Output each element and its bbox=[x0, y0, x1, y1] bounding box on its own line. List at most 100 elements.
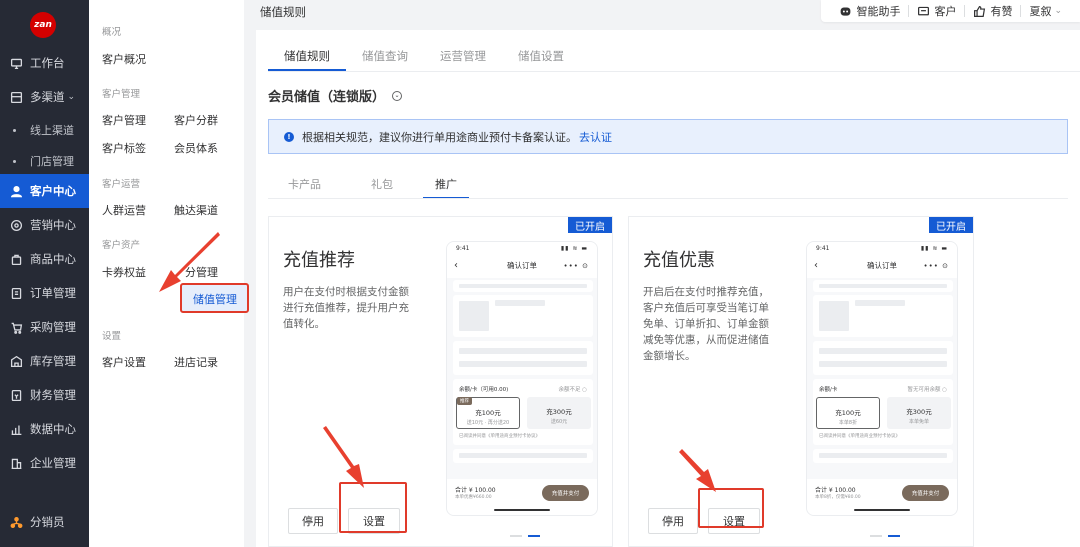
phone-page-title: 确认订单 bbox=[507, 261, 537, 270]
home-indicator bbox=[854, 509, 910, 511]
agreement-note: 已阅读并同意《单用途商业预付卡协议》 bbox=[459, 434, 540, 439]
total-price: 合计 ¥ 100.00 bbox=[815, 487, 856, 494]
card-description: 开启后在支付时推荐充值，客户充值后可享受当笔订单免单、订单折扣、订单金额减免等优… bbox=[643, 286, 769, 362]
nav-item-orders[interactable]: 订单管理 bbox=[0, 276, 89, 310]
submenu-customer-tags[interactable]: 客户标签 bbox=[102, 140, 146, 156]
divider bbox=[908, 5, 910, 17]
nav-item-label: 库存管理 bbox=[30, 354, 76, 368]
nav-item-online-channel[interactable]: 线上渠道 bbox=[0, 113, 89, 147]
submenu-reach-channels[interactable]: 触达渠道 bbox=[174, 202, 218, 218]
submenu-group-settings: 设置 bbox=[102, 331, 122, 342]
nav-item-inventory[interactable]: 库存管理 bbox=[0, 344, 89, 378]
placeholder-block bbox=[453, 341, 593, 375]
tab-stored-value-query[interactable]: 储值查询 bbox=[346, 39, 424, 71]
card-title: 充值推荐 bbox=[283, 250, 355, 271]
nav-item-marketing[interactable]: 营销中心 bbox=[0, 208, 89, 242]
nav-item-multichannel[interactable]: 多渠道 ⌄ bbox=[0, 80, 89, 114]
chat-icon bbox=[917, 5, 930, 18]
more-icon: ••• ⊙ bbox=[563, 262, 589, 270]
discount-text: 本单8折，仅需¥80.00 bbox=[815, 495, 861, 500]
distributor-icon bbox=[9, 515, 23, 529]
nav-item-label: 分销员 bbox=[30, 515, 65, 529]
building-icon bbox=[9, 456, 23, 470]
option-amount: 充100元 bbox=[475, 409, 501, 417]
recharge-option: 充300元 送60元 bbox=[527, 397, 591, 429]
top-header: 储值规则 智能助手 客户 有赞 夏叙 ⌄ bbox=[244, 0, 1080, 30]
insufficient-label: 暂无可用余额 ○ bbox=[907, 387, 947, 393]
total-price: 合计 ¥ 100.00 bbox=[455, 487, 496, 494]
bag-icon bbox=[9, 252, 23, 266]
recharge-discount-card: 已开启 充值优惠 开启后在支付时推荐充值，客户充值后可享受当笔订单免单、订单折扣… bbox=[628, 216, 974, 547]
customer-service-button[interactable]: 客户 bbox=[917, 3, 956, 19]
recharge-option: 充300元 本单免单 bbox=[887, 397, 951, 429]
chart-icon bbox=[9, 422, 23, 436]
youzan-label: 有赞 bbox=[990, 5, 1013, 18]
submenu-coupon-benefits[interactable]: 卡券权益 bbox=[102, 264, 146, 280]
submenu-customer-overview[interactable]: 客户概况 bbox=[102, 51, 146, 67]
nav-item-distributor[interactable]: 分销员 bbox=[0, 505, 89, 539]
chevron-down-icon: ⌄ bbox=[392, 90, 403, 101]
tab-promotion[interactable]: 推广 bbox=[423, 171, 469, 199]
tab-stored-value-rules[interactable]: 储值规则 bbox=[268, 39, 346, 71]
submenu-crowd-operations[interactable]: 人群运营 bbox=[102, 202, 146, 218]
nav-item-finance[interactable]: 财务管理 bbox=[0, 378, 89, 412]
top-tabs: 储值规则 储值查询 运营管理 储值设置 bbox=[268, 39, 580, 71]
order-icon bbox=[9, 286, 23, 300]
nav-item-workbench[interactable]: 工作台 bbox=[0, 46, 89, 80]
nav-item-label: 工作台 bbox=[30, 56, 65, 70]
channel-icon bbox=[9, 90, 23, 104]
robot-icon bbox=[839, 5, 852, 18]
nav-item-customer-center[interactable]: 客户中心 bbox=[0, 174, 89, 208]
phone-preview: 9:41 ▮▮ ≋ ▬ ‹ 确认订单 ••• ⊙ 余额/卡 暂无可用余额 ○ 充100… bbox=[806, 241, 958, 516]
submenu-group-assets: 客户资产 bbox=[102, 240, 141, 251]
phone-preview: 9:41 ▮▮ ≋ ▬ ‹ 确认订单 ••• ⊙ 余额/卡（可用0.00) 余额不足 … bbox=[446, 241, 598, 516]
submenu-member-system[interactable]: 会员体系 bbox=[174, 140, 218, 156]
signal-icon: ▮▮ ≋ ▬ bbox=[560, 245, 588, 252]
tab-gift-pack[interactable]: 礼包 bbox=[351, 171, 413, 199]
recharge-options-block: 余额/卡 暂无可用余额 ○ 充100元 本单8折 充300元 本单免单 已阅读并同意… bbox=[813, 379, 953, 445]
youzan-button[interactable]: 有赞 bbox=[973, 3, 1012, 19]
nav-item-label: 数据中心 bbox=[30, 422, 76, 436]
phone-nav-bar: ‹ 确认订单 ••• ⊙ bbox=[807, 256, 957, 278]
option-bonus: 送60元 bbox=[550, 419, 568, 425]
primary-sidebar: zan 工作台 多渠道 ⌄ 线上渠道 门店管理 客户中心 营销中心 商品中心 订… bbox=[0, 0, 89, 547]
submenu-visit-records[interactable]: 进店记录 bbox=[174, 354, 218, 370]
divider bbox=[964, 5, 966, 17]
section-title[interactable]: 会员储值（连锁版） ⌄ bbox=[268, 86, 403, 105]
carousel-dots bbox=[507, 535, 543, 537]
warehouse-icon bbox=[9, 354, 23, 368]
balance-label: 余额/卡（可用0.00) bbox=[459, 387, 509, 393]
home-indicator bbox=[494, 509, 550, 511]
nav-item-enterprise[interactable]: 企业管理 bbox=[0, 446, 89, 480]
tab-operations[interactable]: 运营管理 bbox=[424, 39, 502, 71]
nav-item-products[interactable]: 商品中心 bbox=[0, 242, 89, 276]
tab-stored-value-settings[interactable]: 储值设置 bbox=[502, 39, 580, 71]
info-icon: ! bbox=[284, 131, 294, 142]
user-icon bbox=[9, 184, 23, 198]
submenu-group-operations: 客户运营 bbox=[102, 179, 141, 190]
certify-link[interactable]: 去认证 bbox=[579, 129, 612, 145]
discount-text: 本单优惠¥660.00 bbox=[455, 495, 492, 500]
phone-time: 9:41 bbox=[456, 245, 470, 252]
disable-button[interactable]: 停用 bbox=[648, 508, 698, 534]
tab-card-products[interactable]: 卡产品 bbox=[268, 171, 341, 199]
user-menu[interactable]: 夏叙 ⌄ bbox=[1029, 3, 1062, 19]
zan-logo[interactable]: zan bbox=[30, 12, 56, 38]
recharge-option: 推荐 充100元 送10元 · 再分送20 bbox=[456, 397, 520, 429]
assistant-button[interactable]: 智能助手 bbox=[839, 3, 900, 19]
nav-item-label: 营销中心 bbox=[30, 218, 76, 232]
submenu-stored-value-management[interactable]: 储值管理 bbox=[180, 283, 249, 313]
nav-item-purchasing[interactable]: 采购管理 bbox=[0, 310, 89, 344]
submenu-customer-segment[interactable]: 客户分群 bbox=[174, 112, 218, 128]
nav-item-store-management[interactable]: 门店管理 bbox=[0, 144, 89, 178]
submenu-customer-settings[interactable]: 客户设置 bbox=[102, 354, 146, 370]
insufficient-label: 余额不足 ○ bbox=[558, 387, 587, 393]
option-bonus: 本单免单 bbox=[908, 419, 929, 425]
submenu-points-management[interactable]: 分管理 bbox=[185, 264, 218, 280]
notice-banner: ! 根据相关规范，建议你进行单用途商业预付卡备案认证。 去认证 bbox=[268, 119, 1068, 154]
recharge-recommend-card: 已开启 充值推荐 用户在支付时根据支付金额进行充值推荐，提升用户充值转化。 停用… bbox=[268, 216, 613, 547]
disable-button[interactable]: 停用 bbox=[288, 508, 338, 534]
notice-text: 根据相关规范，建议你进行单用途商业预付卡备案认证。 bbox=[302, 130, 577, 144]
nav-item-data-center[interactable]: 数据中心 bbox=[0, 412, 89, 446]
submenu-customer-management[interactable]: 客户管理 bbox=[102, 112, 146, 128]
